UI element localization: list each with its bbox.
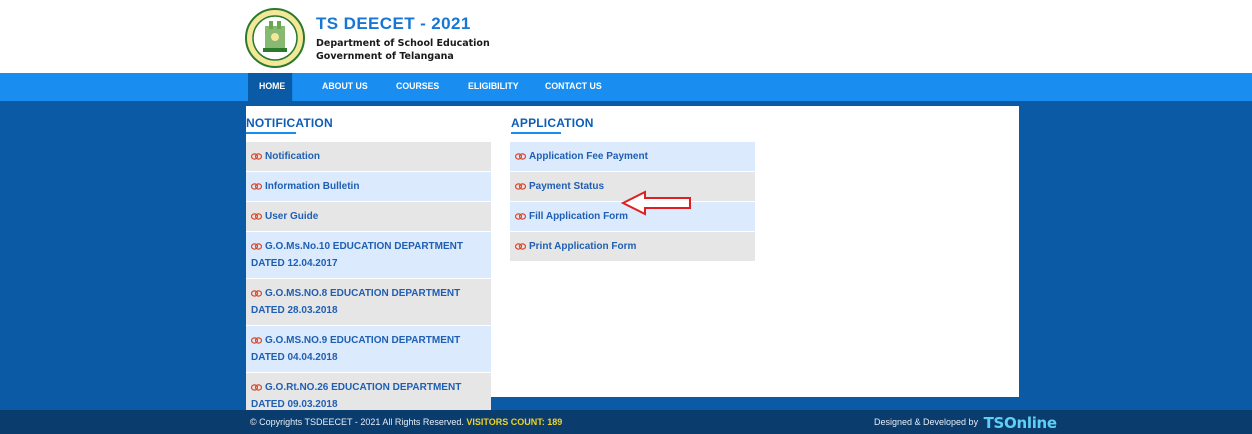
fill-application-form-label: Fill Application Form [529,211,629,222]
site-footer: © Copyrights TSDEECET - 2021 All Rights … [0,410,1252,434]
chain-link-icon [515,183,526,190]
site-title: TS DEECET - 2021 [316,14,471,33]
nav-eligibility[interactable]: ELIGIBILITY [457,73,530,101]
notification-list: Notification Information Bulletin User G… [246,142,491,420]
application-underline [511,132,561,134]
chain-link-icon [251,243,262,250]
go-ms-no9-label: G.O.MS.NO.9 EDUCATION DEPARTMENT DATED 0… [251,335,461,363]
main-nav: HOME ABOUT US COURSES ELIGIBILITY CONTAC… [0,73,1252,101]
application-heading: APPLICATION [511,116,594,130]
designed-by-text: Designed & Developed by [874,417,979,427]
print-application-form-link[interactable]: Print Application Form [510,232,755,262]
go-ms-no8-link[interactable]: G.O.MS.NO.8 EDUCATION DEPARTMENT DATED 2… [246,279,491,326]
footer-credits: Designed & Developed by TSOnline [874,410,1057,434]
user-guide-label: User Guide [265,211,319,222]
government-subtitle: Government of Telangana [316,51,454,62]
go-ms-no8-label: G.O.MS.NO.8 EDUCATION DEPARTMENT DATED 2… [251,288,461,316]
chain-link-icon [251,213,262,220]
visitors-count: VISITORS COUNT: 189 [466,417,563,427]
nav-about-us[interactable]: ABOUT US [311,73,379,101]
chain-link-icon [251,153,262,160]
telangana-emblem-logo[interactable] [245,8,305,68]
go-ms-no10-label: G.O.Ms.No.10 EDUCATION DEPARTMENT DATED … [251,241,463,269]
go-ms-no10-link[interactable]: G.O.Ms.No.10 EDUCATION DEPARTMENT DATED … [246,232,491,279]
department-subtitle: Department of School Education [316,38,490,49]
tsonline-brand-logo[interactable]: TSOnline [984,414,1058,432]
chain-link-icon [251,384,262,391]
site-header: TS DEECET - 2021 Department of School Ed… [0,0,1252,73]
title-block: TS DEECET - 2021 Department of School Ed… [316,14,490,63]
notification-underline [246,132,296,134]
payment-status-label: Payment Status [529,181,605,192]
go-ms-no9-link[interactable]: G.O.MS.NO.9 EDUCATION DEPARTMENT DATED 0… [246,326,491,373]
chain-link-icon [515,213,526,220]
red-arrow-icon [621,190,691,216]
chain-link-icon [515,243,526,250]
notification-heading: NOTIFICATION [246,116,333,130]
application-fee-payment-link[interactable]: Application Fee Payment [510,142,755,172]
print-application-form-label: Print Application Form [529,241,637,252]
chain-link-icon [251,290,262,297]
application-fee-payment-label: Application Fee Payment [529,151,648,162]
copyright-text: © Copyrights TSDEECET - 2021 All Rights … [250,417,464,427]
go-rt-no26-label: G.O.Rt.NO.26 EDUCATION DEPARTMENT DATED … [251,382,462,410]
information-bulletin-link[interactable]: Information Bulletin [246,172,491,202]
chain-link-icon [251,337,262,344]
nav-home[interactable]: HOME [248,73,293,101]
nav-contact-us[interactable]: CONTACT US [534,73,613,101]
footer-copyright: © Copyrights TSDEECET - 2021 All Rights … [250,410,562,434]
notification-link-label: Notification [265,151,320,162]
user-guide-link[interactable]: User Guide [246,202,491,232]
information-bulletin-label: Information Bulletin [265,181,360,192]
chain-link-icon [515,153,526,160]
chain-link-icon [251,183,262,190]
notification-link[interactable]: Notification [246,142,491,172]
nav-courses[interactable]: COURSES [385,73,450,101]
